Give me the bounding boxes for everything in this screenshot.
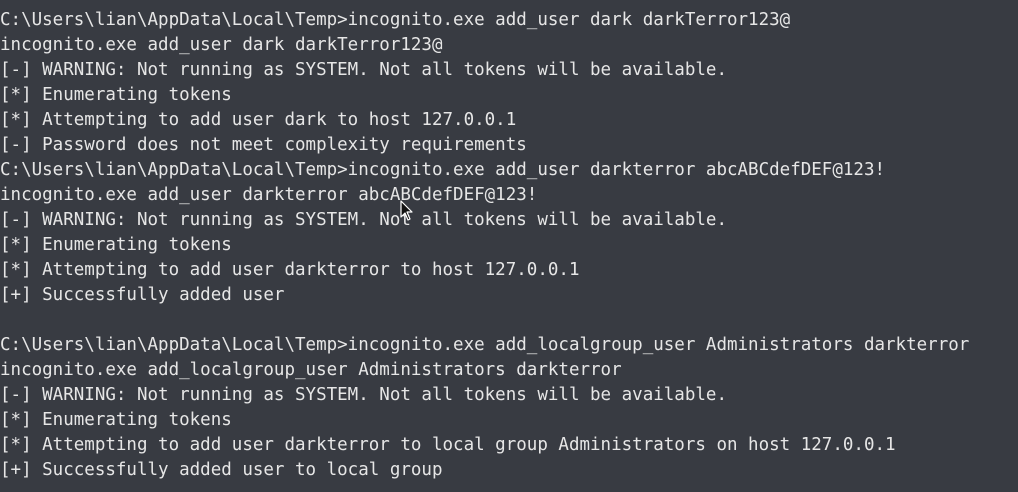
terminal-line-warning: [-] WARNING: Not running as SYSTEM. Not … — [0, 210, 727, 230]
terminal-line-info: [*] Attempting to add user darkterror to… — [0, 435, 896, 455]
terminal-line-echo: incognito.exe add_user dark darkTerror12… — [0, 35, 443, 55]
terminal-line-warning: [-] WARNING: Not running as SYSTEM. Not … — [0, 60, 727, 80]
terminal-line-info: [*] Attempting to add user dark to host … — [0, 110, 517, 130]
terminal-line-error: [-] Password does not meet complexity re… — [0, 135, 527, 155]
terminal-line-command: C:\Users\lian\AppData\Local\Temp>incogni… — [0, 10, 791, 30]
terminal-window[interactable]: C:\Users\lian\AppData\Local\Temp>incogni… — [0, 0, 1018, 492]
terminal-line-echo: incognito.exe add_user darkterror abcABC… — [0, 185, 538, 205]
terminal-line-command: C:\Users\lian\AppData\Local\Temp>incogni… — [0, 335, 970, 355]
terminal-line-command: C:\Users\lian\AppData\Local\Temp>incogni… — [0, 160, 886, 180]
terminal-line-success: [+] Successfully added user — [0, 285, 285, 305]
terminal-line-info: [*] Attempting to add user darkterror to… — [0, 260, 580, 280]
terminal-line-info: [*] Enumerating tokens — [0, 85, 232, 105]
terminal-line-echo: incognito.exe add_localgroup_user Admini… — [0, 360, 622, 380]
terminal-line-info: [*] Enumerating tokens — [0, 410, 232, 430]
terminal-line-success: [+] Successfully added user to local gro… — [0, 460, 443, 480]
terminal-line-info: [*] Enumerating tokens — [0, 235, 232, 255]
terminal-line-warning: [-] WARNING: Not running as SYSTEM. Not … — [0, 385, 727, 405]
mouse-pointer-icon — [400, 200, 413, 221]
